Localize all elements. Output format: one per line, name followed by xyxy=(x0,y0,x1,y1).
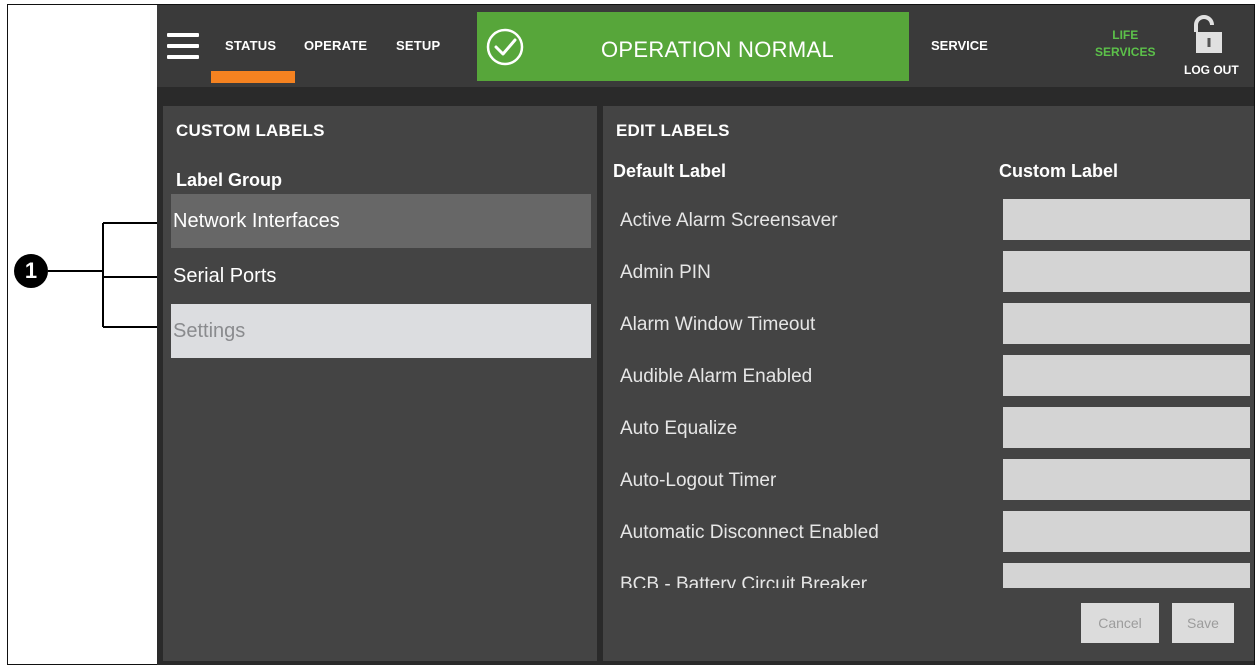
default-label-text: Automatic Disconnect Enabled xyxy=(620,522,879,543)
default-label-text: Auto-Logout Timer xyxy=(620,470,777,491)
annotation-callout-number: 1 xyxy=(14,254,48,288)
status-text: OPERATION NORMAL xyxy=(601,37,834,62)
group-item-network-interfaces[interactable]: Network Interfaces xyxy=(171,194,591,248)
label-row: Auto Equalize xyxy=(603,404,1254,456)
custom-labels-title: CUSTOM LABELS xyxy=(176,121,325,140)
app-window: STATUS OPERATE SETUP OPERATION NORMAL SE… xyxy=(157,5,1254,665)
label-row: Automatic Disconnect Enabled xyxy=(603,508,1254,560)
label-group-heading: Label Group xyxy=(176,170,283,190)
labels-list[interactable]: Active Alarm Screensaver Admin PIN Alarm… xyxy=(603,196,1254,588)
default-label-text: Active Alarm Screensaver xyxy=(620,210,838,231)
custom-label-input[interactable] xyxy=(1003,459,1250,500)
custom-labels-panel: CUSTOM LABELS Label Group Network Interf… xyxy=(163,106,597,661)
label-row: Alarm Window Timeout xyxy=(603,300,1254,352)
check-circle-icon xyxy=(486,28,524,66)
label-row: Auto-Logout Timer xyxy=(603,456,1254,508)
group-item-serial-ports[interactable]: Serial Ports xyxy=(171,249,591,303)
default-label-text: BCB - Battery Circuit Breaker xyxy=(620,574,868,588)
label-row: BCB - Battery Circuit Breaker xyxy=(603,560,1254,588)
custom-label-input[interactable] xyxy=(1003,303,1250,344)
custom-label-input[interactable] xyxy=(1003,407,1250,448)
default-label-text: Auto Equalize xyxy=(620,418,738,439)
unlocked-padlock-icon[interactable] xyxy=(1191,15,1223,55)
default-label-text: Alarm Window Timeout xyxy=(620,314,816,335)
label-row: Admin PIN xyxy=(603,248,1254,300)
tab-service[interactable]: SERVICE xyxy=(931,38,988,53)
tab-operate[interactable]: OPERATE xyxy=(304,38,367,53)
label-row: Active Alarm Screensaver xyxy=(603,196,1254,248)
status-banner[interactable]: OPERATION NORMAL xyxy=(477,12,909,81)
custom-label-input[interactable] xyxy=(1003,355,1250,396)
life-services-link[interactable]: LIFE SERVICES xyxy=(1095,27,1155,61)
label-row: Audible Alarm Enabled xyxy=(603,352,1254,404)
logout-label[interactable]: LOG OUT xyxy=(1184,63,1239,77)
edit-labels-title: EDIT LABELS xyxy=(616,121,730,140)
top-nav-bar: STATUS OPERATE SETUP OPERATION NORMAL SE… xyxy=(157,5,1254,87)
custom-label-input[interactable] xyxy=(1003,511,1250,552)
custom-label-input[interactable] xyxy=(1003,199,1250,240)
menu-icon[interactable] xyxy=(167,33,199,59)
edit-labels-panel: EDIT LABELS Default Label Custom Label A… xyxy=(603,106,1254,661)
tab-setup[interactable]: SETUP xyxy=(396,38,440,53)
default-label-text: Audible Alarm Enabled xyxy=(620,366,813,387)
active-tab-indicator xyxy=(211,71,295,83)
cancel-button[interactable]: Cancel xyxy=(1081,603,1159,643)
life-services-line1: LIFE xyxy=(1112,28,1139,42)
custom-label-input[interactable] xyxy=(1003,251,1250,292)
default-label-column-header: Default Label xyxy=(613,161,727,181)
annotation-bracket xyxy=(48,222,170,328)
life-services-line2: SERVICES xyxy=(1095,45,1156,59)
group-item-settings[interactable]: Settings xyxy=(171,304,591,358)
tab-status[interactable]: STATUS xyxy=(225,38,276,53)
default-label-text: Admin PIN xyxy=(620,262,711,283)
save-button[interactable]: Save xyxy=(1172,603,1234,643)
custom-label-column-header: Custom Label xyxy=(999,161,1119,181)
custom-label-input[interactable] xyxy=(1003,563,1250,588)
